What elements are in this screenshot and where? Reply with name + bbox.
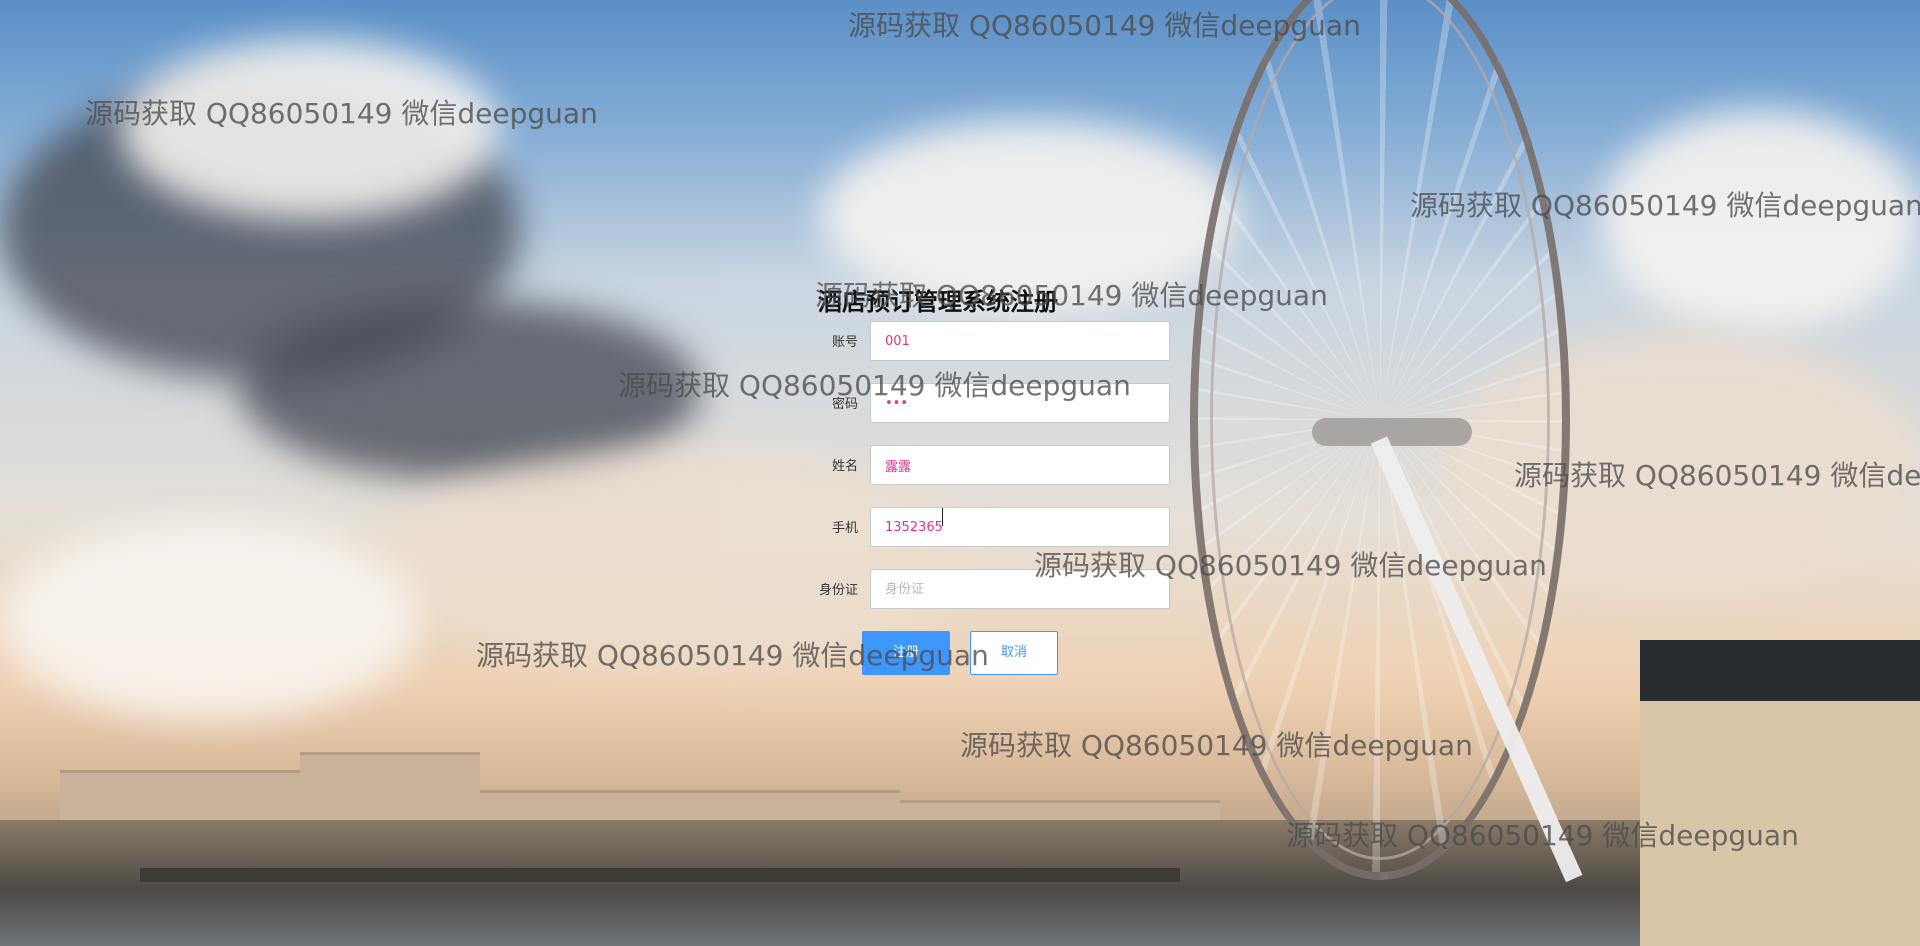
white-cloud [0,520,420,720]
account-row: 账号 [800,321,1170,361]
register-button[interactable]: 注册 [862,631,950,675]
phone-row: 手机 [800,507,1170,547]
county-hall-building [1640,640,1920,946]
name-row: 姓名 [800,445,1170,485]
password-label: 密码 [831,397,858,412]
white-cloud [1600,110,1920,330]
page-background: 酒店预订管理系统注册 账号 密码 姓名 手机 身份证 注册 取消 源码获取 QQ… [0,0,1920,946]
cancel-button[interactable]: 取消 [970,631,1058,675]
white-cloud [120,40,500,220]
river-ground [0,820,1920,946]
watermark-text: 源码获取 QQ86050149 微信deepguan [1514,459,1920,492]
id-card-row: 身份证 [800,569,1170,609]
id-card-label: 身份证 [818,583,858,598]
name-label: 姓名 [831,459,858,474]
text-cursor [942,508,943,526]
ferris-wheel-hub [1312,418,1472,446]
name-input[interactable] [870,445,1170,485]
page-title: 酒店预订管理系统注册 [818,288,1058,316]
account-label: 账号 [831,335,858,350]
bridge [140,868,1180,882]
storm-cloud [0,80,520,380]
id-card-input[interactable] [870,569,1170,609]
watermark-text: 源码获取 QQ86050149 微信deepguan [85,97,598,130]
account-input[interactable] [870,321,1170,361]
password-row: 密码 [800,383,1170,423]
phone-label: 手机 [831,521,858,536]
phone-input[interactable] [870,507,1170,547]
storm-cloud [240,300,700,480]
password-input[interactable] [870,383,1170,423]
